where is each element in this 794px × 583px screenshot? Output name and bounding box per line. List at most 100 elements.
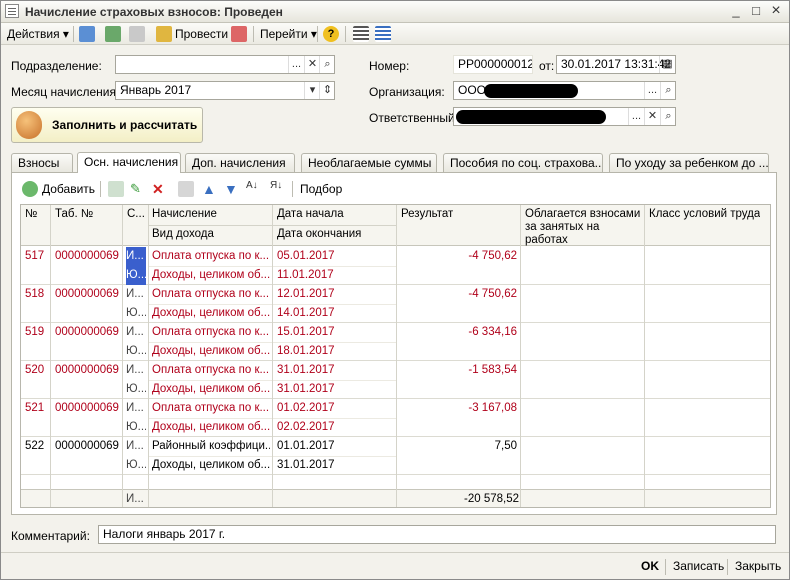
row-result: -6 334,16 — [468, 326, 517, 338]
structure-icon[interactable] — [375, 26, 391, 42]
delete-icon[interactable]: ✕ — [152, 181, 168, 197]
row-s: Ю... — [126, 345, 146, 357]
close-form-button[interactable]: Закрыть — [735, 559, 781, 573]
refresh-icon[interactable] — [105, 26, 121, 42]
title-bar: Начисление страховых взносов: Проведен _… — [1, 1, 789, 23]
back-icon[interactable] — [79, 26, 95, 42]
row-num: 522 — [25, 440, 45, 452]
row-income-type: Доходы, целиком об... — [152, 383, 270, 395]
organization-label: Организация: — [369, 85, 445, 99]
row-date-end: 11.01.2017 — [277, 269, 334, 281]
row-s: И... — [126, 288, 144, 300]
report-icon[interactable] — [231, 26, 247, 42]
move-up-icon[interactable]: ▲ — [202, 181, 218, 197]
list-icon[interactable] — [353, 26, 369, 42]
copy-icon[interactable] — [129, 26, 145, 42]
row-num: 519 — [25, 326, 45, 338]
row-income-type: Доходы, целиком об... — [152, 421, 270, 433]
select-button[interactable]: Подбор — [300, 180, 342, 198]
tab-childcare[interactable]: По уходу за ребенком до ... — [609, 153, 769, 172]
chevron-down-icon[interactable]: ▾ — [304, 82, 320, 99]
number-label: Номер: — [369, 59, 410, 73]
add-button[interactable]: Добавить — [42, 180, 95, 198]
row-num: 521 — [25, 402, 45, 414]
clear-icon[interactable]: ✕ — [644, 108, 660, 125]
date-field[interactable]: 30.01.2017 13:31:42 ▦ — [556, 55, 676, 74]
row-result: 7,50 — [494, 440, 517, 452]
tab-contributions[interactable]: Взносы — [11, 153, 73, 172]
department-field[interactable]: ... ✕ ⌕ — [115, 55, 335, 74]
date-label: от: — [539, 59, 555, 73]
redacted-block — [484, 84, 578, 98]
number-field[interactable]: РР000000012 — [453, 55, 533, 74]
edit-icon[interactable]: ✎ — [130, 181, 146, 197]
row-s: И... — [126, 326, 144, 338]
row-date-end: 18.01.2017 — [277, 345, 335, 357]
col-date-end[interactable]: Дата окончания — [277, 228, 361, 240]
end-edit-icon[interactable] — [178, 181, 194, 197]
row-tab-num: 0000000069 — [55, 402, 119, 414]
col-accrual[interactable]: Начисление — [152, 208, 217, 220]
row-date-start: 01.01.2017 — [277, 440, 335, 452]
col-date-start[interactable]: Дата начала — [277, 208, 344, 220]
sort-desc-icon[interactable]: Я↓ — [270, 180, 286, 196]
select-button[interactable]: ... — [288, 56, 304, 73]
col-class[interactable]: Класс условий труда — [649, 208, 760, 220]
row-result: -4 750,62 — [468, 288, 517, 300]
fill-and-calculate-button[interactable]: Заполнить и рассчитать — [11, 107, 203, 143]
tab-untaxed-amounts[interactable]: Необлагаемые суммы — [301, 153, 437, 172]
select-button[interactable]: ... — [644, 82, 660, 99]
post-icon[interactable] — [156, 26, 172, 42]
row-tab-num: 0000000069 — [55, 288, 119, 300]
row-accrual: Районный коэффици... — [152, 440, 270, 452]
row-num: 518 — [25, 288, 45, 300]
col-s[interactable]: С... — [127, 208, 147, 220]
select-button[interactable]: ... — [628, 108, 644, 125]
col-income-type[interactable]: Вид дохода — [152, 228, 214, 240]
row-date-end: 14.01.2017 — [277, 307, 335, 319]
toolbar-separator — [345, 26, 346, 42]
goto-menu[interactable]: Перейти ▾ — [260, 25, 317, 43]
tab-additional-accruals[interactable]: Доп. начисления — [185, 153, 295, 172]
document-window: Начисление страховых взносов: Проведен _… — [0, 0, 790, 580]
row-s: Ю... — [126, 266, 146, 285]
save-button[interactable]: Записать — [673, 559, 724, 573]
row-accrual: Оплата отпуска по к... — [152, 402, 270, 414]
tab-benefits[interactable]: Пособия по соц. страхова... — [443, 153, 603, 172]
ok-button[interactable]: OK — [641, 559, 659, 573]
bottom-bar: OK Записать Закрыть — [1, 552, 789, 579]
tab-main-accruals[interactable]: Осн. начисления — [77, 152, 181, 173]
move-down-icon[interactable]: ▼ — [224, 181, 240, 197]
col-tab-num[interactable]: Таб. № — [55, 208, 93, 220]
toolbar-separator — [253, 26, 254, 42]
month-label: Месяц начисления: — [11, 85, 120, 99]
col-taxed[interactable]: Облагается взносами за занятых на работа… — [525, 208, 645, 247]
month-field[interactable]: Январь 2017 ▾ ⇕ — [115, 81, 335, 100]
responsible-field[interactable]: ... ✕ ⌕ — [453, 107, 676, 126]
row-accrual: Оплата отпуска по к... — [152, 250, 270, 262]
search-icon[interactable]: ⌕ — [319, 56, 334, 73]
close-button[interactable]: × — [767, 3, 785, 19]
organization-field[interactable]: ООО ... ⌕ — [453, 81, 676, 100]
row-accrual: Оплата отпуска по к... — [152, 326, 270, 338]
col-result[interactable]: Результат — [401, 208, 453, 220]
col-num[interactable]: № — [25, 208, 37, 220]
post-button[interactable]: Провести — [175, 25, 228, 43]
row-income-type: Доходы, целиком об... — [152, 269, 270, 281]
actions-menu[interactable]: Действия ▾ — [7, 25, 69, 43]
calendar-icon[interactable]: ▦ — [659, 56, 675, 73]
stepper-icon[interactable]: ⇕ — [319, 82, 334, 99]
minimize-button[interactable]: _ — [727, 3, 745, 19]
clear-icon[interactable]: ✕ — [304, 56, 320, 73]
search-icon[interactable]: ⌕ — [660, 108, 675, 125]
maximize-button[interactable]: □ — [747, 3, 765, 19]
search-icon[interactable]: ⌕ — [660, 82, 675, 99]
comment-field[interactable]: Налоги январь 2017 г. — [98, 525, 776, 544]
row-num: 517 — [25, 250, 45, 262]
copy-row-icon[interactable] — [108, 181, 124, 197]
row-result: -4 750,62 — [468, 250, 517, 262]
help-icon[interactable]: ? — [323, 26, 339, 42]
sort-asc-icon[interactable]: А↓ — [246, 180, 262, 196]
row-s: И... — [126, 440, 144, 452]
toolbar-separator — [317, 26, 318, 42]
